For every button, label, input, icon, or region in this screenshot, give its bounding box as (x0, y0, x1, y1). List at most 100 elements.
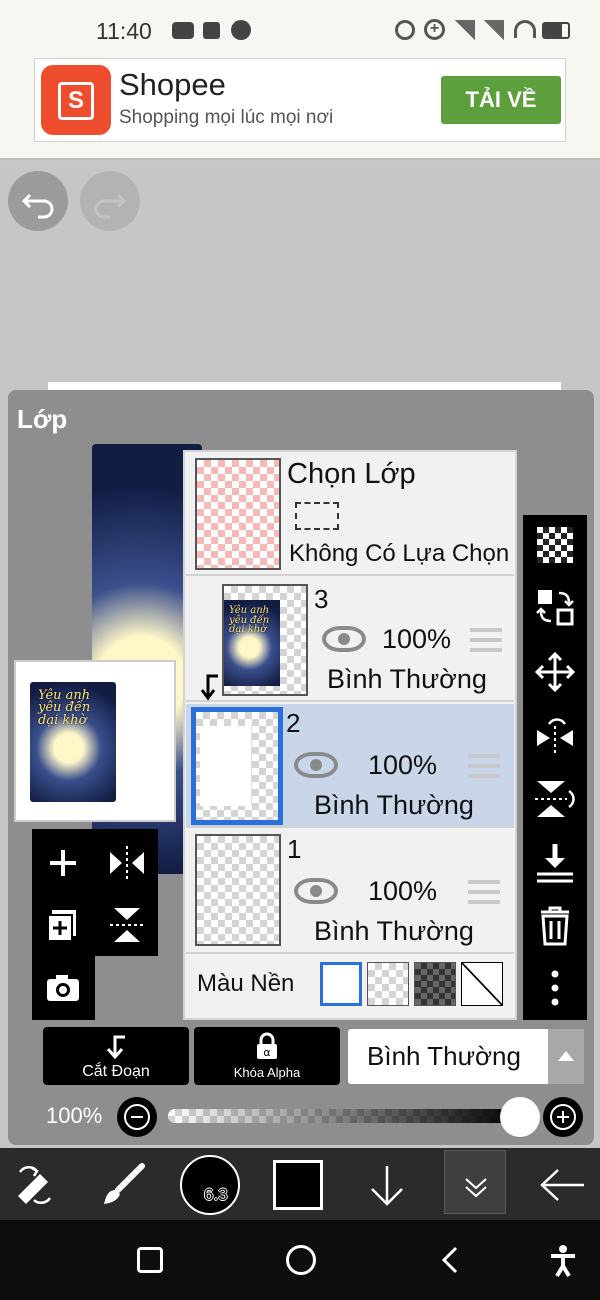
battery-icon (542, 22, 570, 39)
selection-marquee-icon (295, 502, 339, 530)
opacity-decrease-button[interactable] (117, 1097, 157, 1137)
flip-vertical-rotate-icon (535, 781, 575, 817)
alarm-icon (395, 20, 415, 40)
transform-tool-button[interactable] (10, 1160, 60, 1210)
flip-vertical-button[interactable] (104, 902, 150, 948)
background-dark-swatch[interactable] (414, 962, 456, 1006)
layer-3-number: 3 (314, 584, 329, 614)
selection-layer-row[interactable]: Chọn Lớp Không Có Lựa Chọn (186, 452, 514, 576)
flip-horizontal-button[interactable] (104, 840, 150, 886)
undo-button[interactable] (8, 171, 68, 231)
cover-title: Yêu anh yêu đến dại khờ (38, 688, 91, 728)
layers-panel-button[interactable] (444, 1150, 506, 1214)
layer-row-3[interactable]: Yêu anh yêu đến dại khờ 3 100% Bình Thườ… (186, 578, 514, 702)
ad-install-button[interactable]: TẢI VỀ (441, 76, 561, 124)
layer-2-thumbnail (191, 707, 283, 825)
minus-icon (124, 1104, 150, 1130)
layer-2-opacity: 100% (368, 750, 438, 780)
alpha-lock-button[interactable]: α Khóa Alpha (194, 1027, 340, 1085)
clipping-button[interactable]: Cắt Đoạn (43, 1027, 189, 1085)
eye-icon[interactable] (294, 752, 338, 778)
wifi-icon (514, 20, 536, 38)
flip-horizontal-icon (110, 846, 144, 880)
layer-2-number: 2 (286, 708, 301, 738)
merge-down-button[interactable] (533, 840, 577, 884)
drag-handle-icon[interactable] (468, 880, 500, 904)
more-vertical-icon (551, 970, 559, 1006)
recent-apps-button[interactable] (137, 1247, 163, 1273)
layer-row-1[interactable]: 1 100% Bình Thường (186, 830, 514, 954)
layer-1-number: 1 (287, 834, 302, 864)
eye-icon[interactable] (294, 878, 338, 904)
layer-2-blend-mode: Bình Thường (314, 790, 474, 820)
accessibility-button[interactable] (548, 1244, 578, 1278)
transform-tool-icon (18, 1166, 52, 1204)
eye-icon[interactable] (322, 626, 366, 652)
background-white-swatch[interactable] (320, 962, 362, 1006)
redo-button[interactable] (80, 171, 140, 231)
duplicate-layer-button[interactable] (40, 902, 86, 948)
signal-icon-2 (484, 20, 504, 40)
more-options-button[interactable] (533, 966, 577, 1010)
move-button[interactable] (533, 650, 577, 694)
opacity-increase-button[interactable] (543, 1097, 583, 1137)
ad-banner[interactable]: S Shopee Shopping mọi lúc mọi nơi TẢI VỀ (34, 58, 566, 142)
canvas-thumbnail[interactable]: Yêu anh yêu đến dại khờ (14, 660, 176, 822)
svg-text:α: α (263, 1046, 270, 1059)
blend-mode-select[interactable]: Bình Thường (348, 1029, 584, 1084)
brush-icon (104, 1163, 145, 1204)
home-button[interactable] (286, 1245, 316, 1275)
flip-vertical-icon (110, 908, 144, 942)
blend-mode-dropdown-button[interactable] (548, 1029, 584, 1084)
ad-app-name: Shopee (119, 67, 226, 102)
move-layer-down-button[interactable] (362, 1160, 412, 1210)
accessibility-icon (551, 1245, 575, 1278)
brush-size-value: 6.3 (204, 1185, 228, 1204)
drag-handle-icon[interactable] (470, 628, 502, 652)
nav-back-button[interactable] (436, 1244, 464, 1276)
flip-horizontal-rotate-icon (537, 718, 573, 756)
delete-layer-button[interactable] (533, 904, 577, 948)
redo-arrow-icon (94, 193, 127, 219)
plus-icon (50, 850, 76, 876)
layer-1-thumbnail (195, 834, 281, 946)
trash-icon (541, 906, 569, 946)
move-icon (534, 651, 576, 693)
ad-install-label: TẢI VỀ (465, 87, 537, 112)
arrow-left-icon (540, 1169, 584, 1201)
clipping-label: Cắt Đoạn (82, 1063, 150, 1080)
layer-3-opacity: 100% (382, 624, 452, 654)
swap-layer-button[interactable] (533, 585, 577, 629)
background-none-swatch[interactable] (461, 962, 503, 1006)
opacity-slider[interactable] (168, 1109, 520, 1123)
brush-size-button[interactable]: 6.3 (180, 1155, 240, 1215)
background-transparent-swatch[interactable] (367, 962, 409, 1006)
gallery-notification-icon (203, 22, 220, 39)
color-swatch-button[interactable] (273, 1160, 323, 1210)
layer-row-2[interactable]: 2 100% Bình Thường (186, 704, 514, 828)
messenger-notification-icon (231, 20, 251, 40)
double-chevron-down-icon (465, 1178, 487, 1198)
chevron-left-icon (441, 1246, 458, 1274)
opacity-label: 100% (46, 1103, 103, 1128)
brush-tool-button[interactable] (98, 1160, 148, 1210)
shopping-bag-icon: S (58, 82, 94, 120)
flip-layer-vertical-button[interactable] (533, 777, 577, 821)
selection-layer-title: Chọn Lớp (287, 458, 416, 490)
clipping-icon (106, 1035, 125, 1060)
background-color-label: Màu Nền (197, 970, 295, 997)
back-button[interactable] (536, 1160, 588, 1210)
merge-down-icon (537, 844, 573, 883)
camera-button[interactable] (40, 966, 86, 1012)
transparency-button[interactable] (537, 527, 573, 563)
opacity-slider-thumb[interactable] (500, 1097, 540, 1137)
alpha-lock-label: Khóa Alpha (233, 1065, 301, 1080)
add-layer-button[interactable] (40, 840, 86, 886)
selection-status: Không Có Lựa Chọn (289, 540, 510, 567)
drag-handle-icon[interactable] (468, 754, 500, 778)
layer-3-artwork: Yêu anh yêu đến dại khờ (224, 600, 280, 686)
flip-layer-horizontal-button[interactable] (533, 716, 577, 760)
status-time: 11:40 (96, 18, 152, 44)
shopee-logo: S (41, 65, 111, 135)
layer-1-blend-mode: Bình Thường (314, 916, 474, 946)
